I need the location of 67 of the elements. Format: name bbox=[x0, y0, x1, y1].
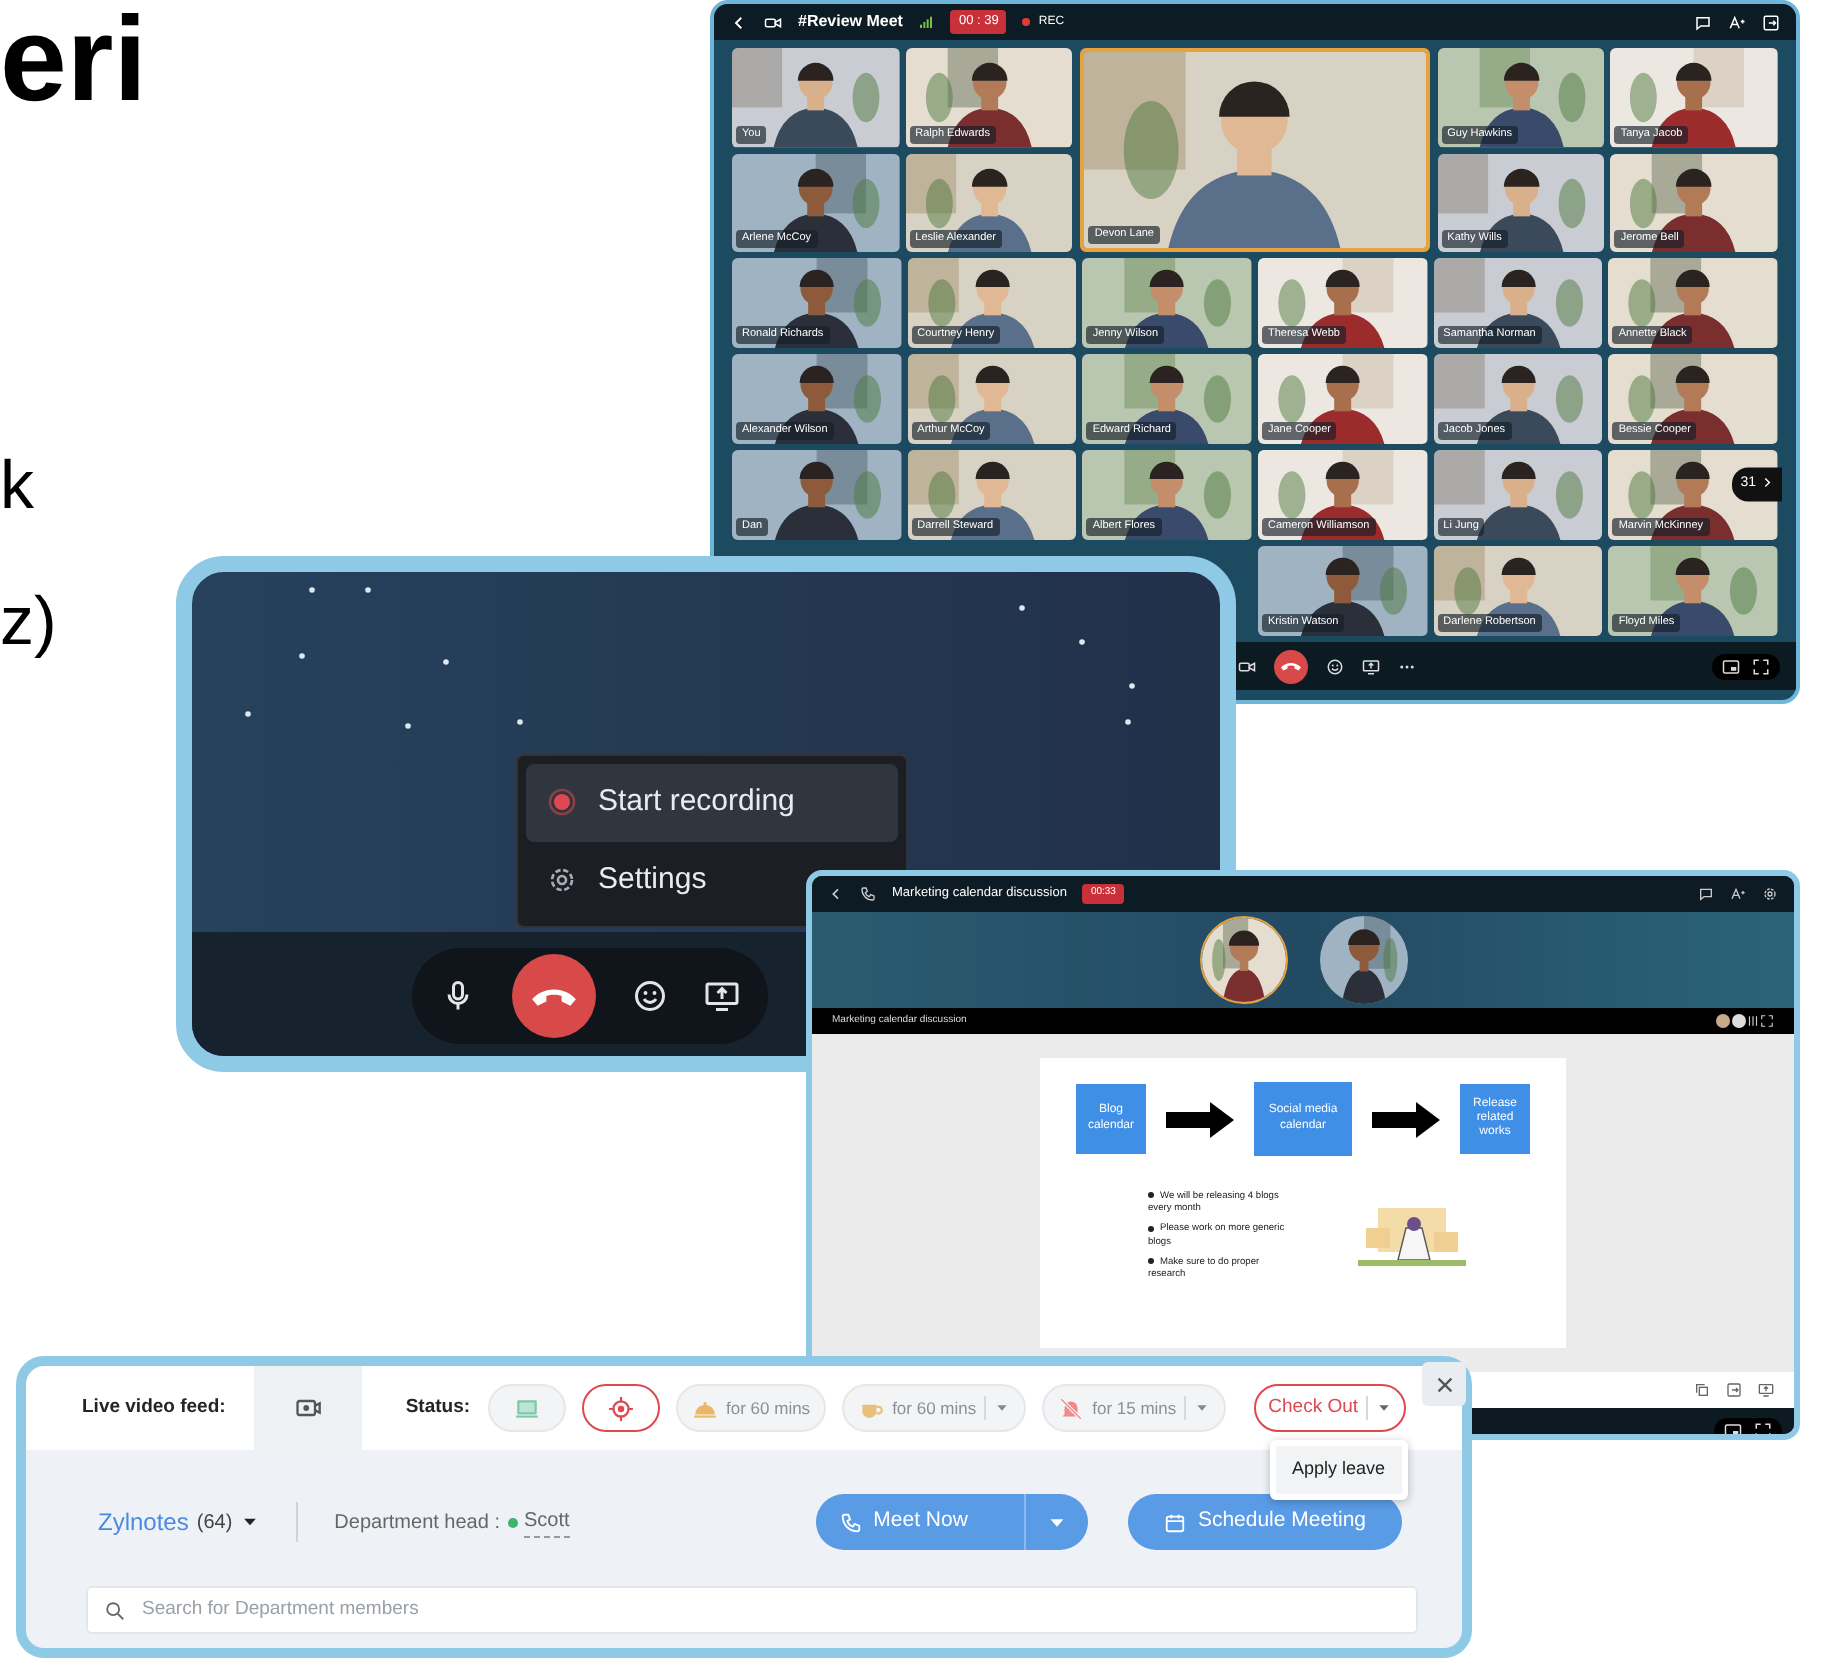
picture-in-picture-icon[interactable] bbox=[1722, 657, 1740, 675]
target-icon bbox=[608, 1395, 635, 1421]
status-button[interactable]: for 60 mins bbox=[676, 1384, 827, 1432]
field-label: Status: bbox=[405, 1393, 471, 1422]
copy-icon[interactable] bbox=[1694, 1382, 1710, 1398]
screen-share-icon[interactable] bbox=[704, 978, 740, 1014]
phone-icon bbox=[860, 886, 876, 902]
video-icon[interactable] bbox=[1238, 657, 1256, 675]
menu-item[interactable]: Settings bbox=[526, 841, 727, 918]
fullscreen-icon[interactable] bbox=[1760, 1014, 1774, 1028]
search-input[interactable]: Search for Department members bbox=[138, 1593, 1400, 1627]
live-video-button[interactable] bbox=[253, 1366, 362, 1450]
field-label: Department head : bbox=[334, 1509, 500, 1537]
next-icon bbox=[1760, 474, 1774, 489]
share-icon[interactable] bbox=[1758, 1382, 1774, 1398]
caret-icon bbox=[1376, 1400, 1393, 1416]
fullscreen-icon[interactable] bbox=[1752, 657, 1770, 675]
close-icon bbox=[1433, 1373, 1455, 1395]
calendar-icon bbox=[1163, 1511, 1186, 1533]
status-button[interactable]: for 15 mins bbox=[1042, 1384, 1227, 1432]
record-dot bbox=[1022, 18, 1031, 26]
status-button[interactable] bbox=[582, 1384, 661, 1432]
hang-up-icon bbox=[530, 984, 578, 1008]
illustration-drawing bbox=[1358, 1203, 1466, 1272]
camera-icon bbox=[293, 1394, 322, 1422]
bell-off-icon bbox=[1058, 1395, 1085, 1421]
menu-item[interactable]: Apply leave bbox=[1276, 1446, 1402, 1493]
settings-icon bbox=[546, 863, 578, 896]
record-icon bbox=[546, 786, 578, 819]
back-icon[interactable] bbox=[730, 13, 748, 31]
monitor-icon bbox=[514, 1395, 541, 1421]
search-field[interactable]: Search for Department members bbox=[86, 1586, 1418, 1634]
caret-icon bbox=[1194, 1400, 1211, 1416]
search-icon bbox=[104, 1599, 126, 1621]
meeting-title: #Review Meet bbox=[798, 10, 903, 34]
heading-text: k bbox=[0, 452, 34, 520]
emoji-icon[interactable] bbox=[1326, 657, 1344, 675]
schedule-meeting-button[interactable]: Schedule Meeting bbox=[1127, 1494, 1402, 1550]
fullscreen-icon[interactable] bbox=[1754, 1421, 1772, 1434]
department-dropdown[interactable]: Zylnotes (64) bbox=[98, 1504, 261, 1540]
arrow-shape bbox=[1166, 1101, 1234, 1137]
dropdown-toggle-button[interactable] bbox=[1023, 1494, 1088, 1550]
end-call-button[interactable] bbox=[512, 954, 596, 1038]
video-icon bbox=[764, 13, 782, 31]
meet-now-button[interactable]: Meet Now bbox=[815, 1494, 1024, 1550]
field-label: Live video feed: bbox=[82, 1393, 226, 1422]
grip-icon[interactable] bbox=[1746, 1014, 1760, 1028]
status-button[interactable]: for 60 mins bbox=[842, 1384, 1027, 1432]
phone-icon bbox=[839, 1511, 862, 1533]
heading-text: z) bbox=[0, 588, 57, 656]
check-out-button[interactable]: Check Out bbox=[1254, 1384, 1407, 1432]
heading-text: eri bbox=[0, 0, 147, 120]
screen-share-icon[interactable] bbox=[1362, 657, 1380, 675]
close-button[interactable] bbox=[1422, 1362, 1466, 1406]
caret-icon bbox=[994, 1400, 1011, 1416]
hang-up-icon bbox=[1280, 660, 1302, 672]
end-call-button[interactable] bbox=[1274, 649, 1308, 683]
picture-in-picture-icon[interactable] bbox=[1724, 1421, 1742, 1434]
back-icon[interactable] bbox=[828, 886, 844, 902]
person-link[interactable]: Scott bbox=[523, 1506, 570, 1538]
text-size-icon[interactable] bbox=[1730, 886, 1746, 902]
arrow-shape bbox=[1372, 1101, 1440, 1137]
chat-icon[interactable] bbox=[1698, 886, 1714, 902]
emoji-icon[interactable] bbox=[632, 978, 668, 1014]
signal-icon bbox=[918, 14, 935, 30]
menu-item[interactable]: Start recording bbox=[526, 764, 898, 841]
settings-icon[interactable] bbox=[1762, 886, 1778, 902]
